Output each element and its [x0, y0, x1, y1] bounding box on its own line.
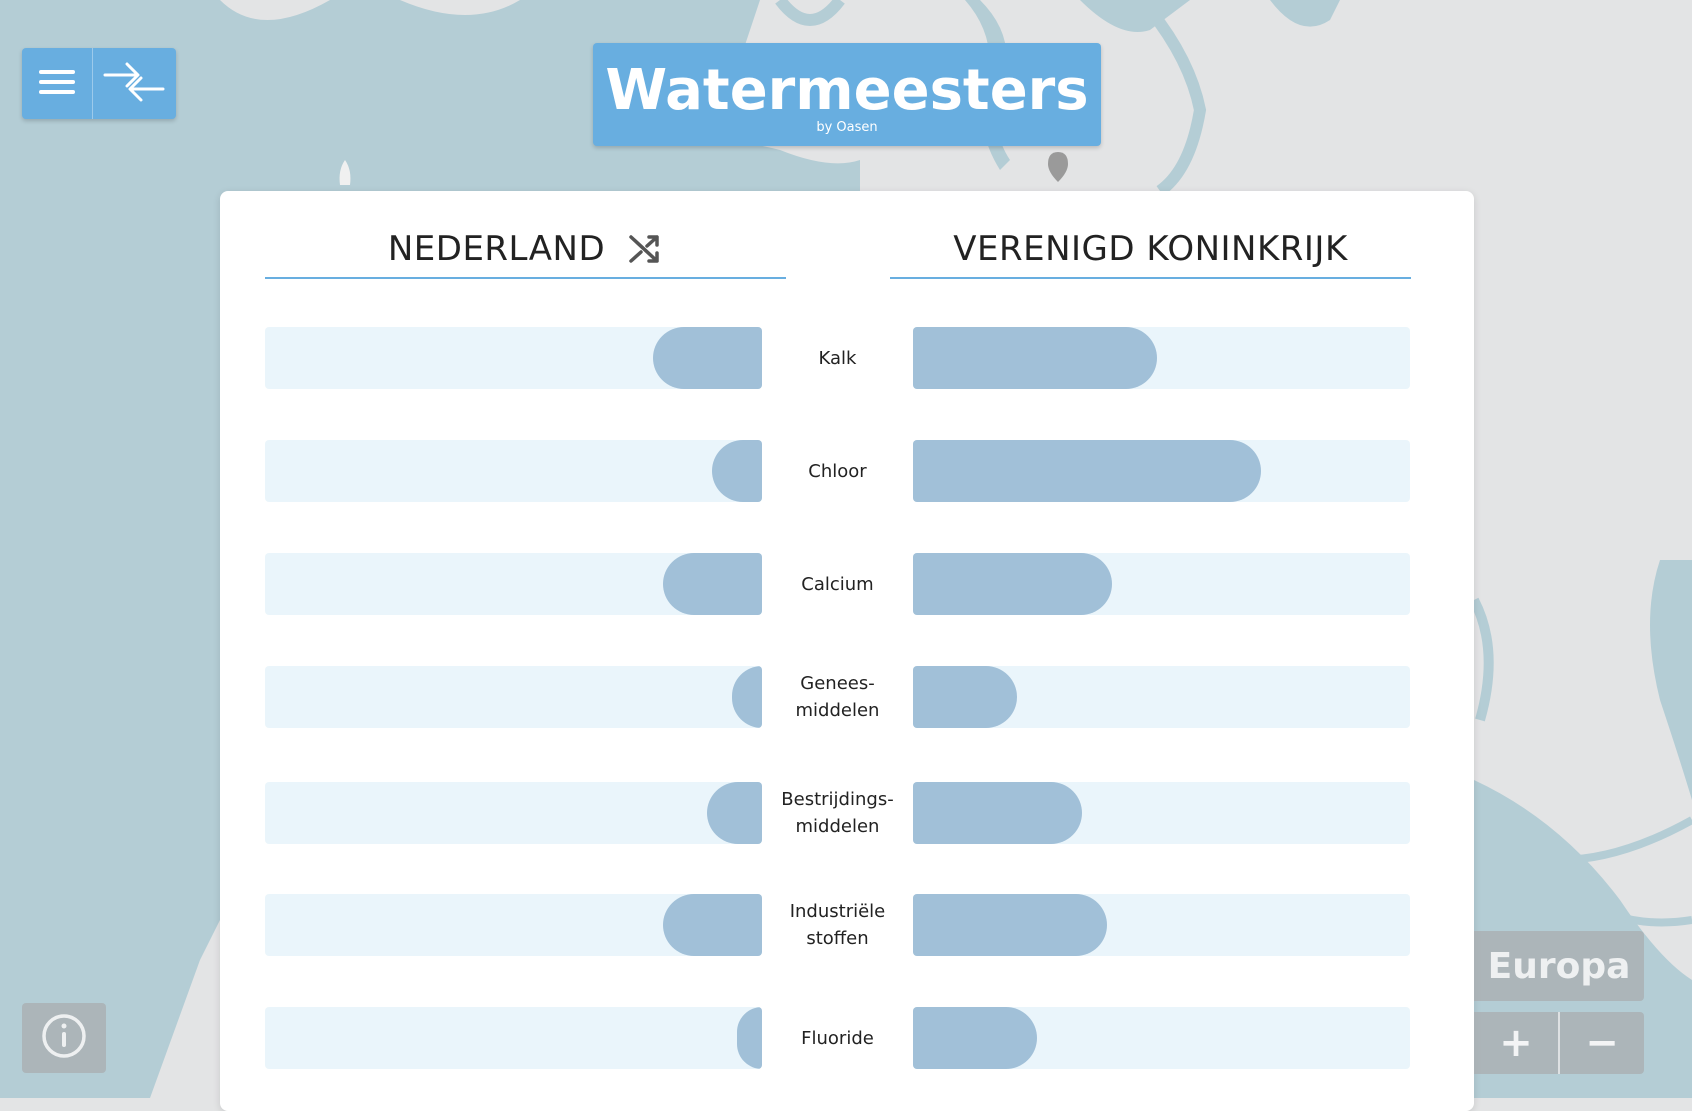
left-bar-track — [265, 327, 762, 389]
left-bar-fill — [662, 553, 762, 615]
info-button[interactable] — [22, 1003, 106, 1073]
row-label: Industriële stoffen — [789, 901, 886, 949]
left-bar-track — [265, 894, 762, 956]
zoom-out-button[interactable]: − — [1560, 1012, 1644, 1074]
right-bar-fill — [913, 327, 1157, 389]
row-label: Calcium — [801, 573, 874, 595]
left-bar-track — [265, 666, 762, 728]
comparison-row: Kalk — [220, 327, 1474, 389]
right-bar-fill — [913, 782, 1082, 844]
comparison-row: Chloor — [220, 440, 1474, 502]
left-bar-fill — [662, 894, 762, 956]
left-bar-track — [265, 553, 762, 615]
left-bar-fill — [652, 327, 762, 389]
right-country-header: VERENIGD KONINKRIJK — [890, 221, 1411, 279]
row-label: Genees- middelen — [795, 673, 880, 721]
region-europa-button[interactable]: Europa — [1474, 931, 1644, 1001]
app-subtitle: by Oasen — [816, 120, 878, 135]
right-bar-fill — [913, 894, 1107, 956]
right-bar-track — [913, 894, 1410, 956]
row-label: Fluoride — [801, 1027, 874, 1049]
right-bar-track — [913, 782, 1410, 844]
comparison-row: Bestrijdings- middelen — [220, 782, 1474, 844]
comparison-row: Industriële stoffen — [220, 894, 1474, 956]
shuffle-icon[interactable] — [627, 231, 663, 267]
left-bar-track — [265, 440, 762, 502]
menu-button[interactable] — [22, 48, 93, 119]
right-bar-track — [913, 327, 1410, 389]
left-bar-fill — [712, 440, 762, 502]
row-label: Chloor — [808, 460, 867, 482]
left-bar-track — [265, 782, 762, 844]
app-title-banner: Watermeesters by Oasen — [593, 43, 1101, 146]
right-bar-track — [913, 666, 1410, 728]
comparison-row: Fluoride — [220, 1007, 1474, 1069]
left-bar-track — [265, 1007, 762, 1069]
right-bar-track — [913, 1007, 1410, 1069]
compare-arrows-icon — [103, 60, 165, 108]
app-title: Watermeesters — [605, 58, 1089, 123]
comparison-row: Calcium — [220, 553, 1474, 615]
hamburger-menu-icon — [38, 67, 75, 101]
right-country-name: VERENIGD KONINKRIJK — [953, 229, 1348, 269]
zoom-controls: + − — [1474, 1012, 1644, 1074]
left-country-name: NEDERLAND — [387, 229, 606, 269]
right-bar-fill — [913, 1007, 1038, 1069]
row-label: Kalk — [818, 347, 857, 369]
comparison-panel: NEDERLAND VERENIGD KONINKRIJK Kalk Chloo… — [220, 191, 1474, 1111]
menu-toolbar — [22, 48, 176, 119]
right-bar-track — [913, 440, 1410, 502]
right-bar-fill — [913, 553, 1112, 615]
right-bar-fill — [913, 666, 1018, 728]
comparison-row: Genees- middelen — [220, 666, 1474, 728]
left-country-header: NEDERLAND — [265, 221, 786, 279]
left-bar-fill — [732, 666, 762, 728]
left-bar-fill — [707, 782, 762, 844]
row-label: Bestrijdings- middelen — [781, 789, 894, 837]
left-bar-fill — [737, 1007, 762, 1069]
right-bar-fill — [913, 440, 1261, 502]
info-icon — [41, 1013, 87, 1063]
right-bar-track — [913, 553, 1410, 615]
compare-button[interactable] — [93, 48, 176, 119]
zoom-in-button[interactable]: + — [1474, 1012, 1560, 1074]
